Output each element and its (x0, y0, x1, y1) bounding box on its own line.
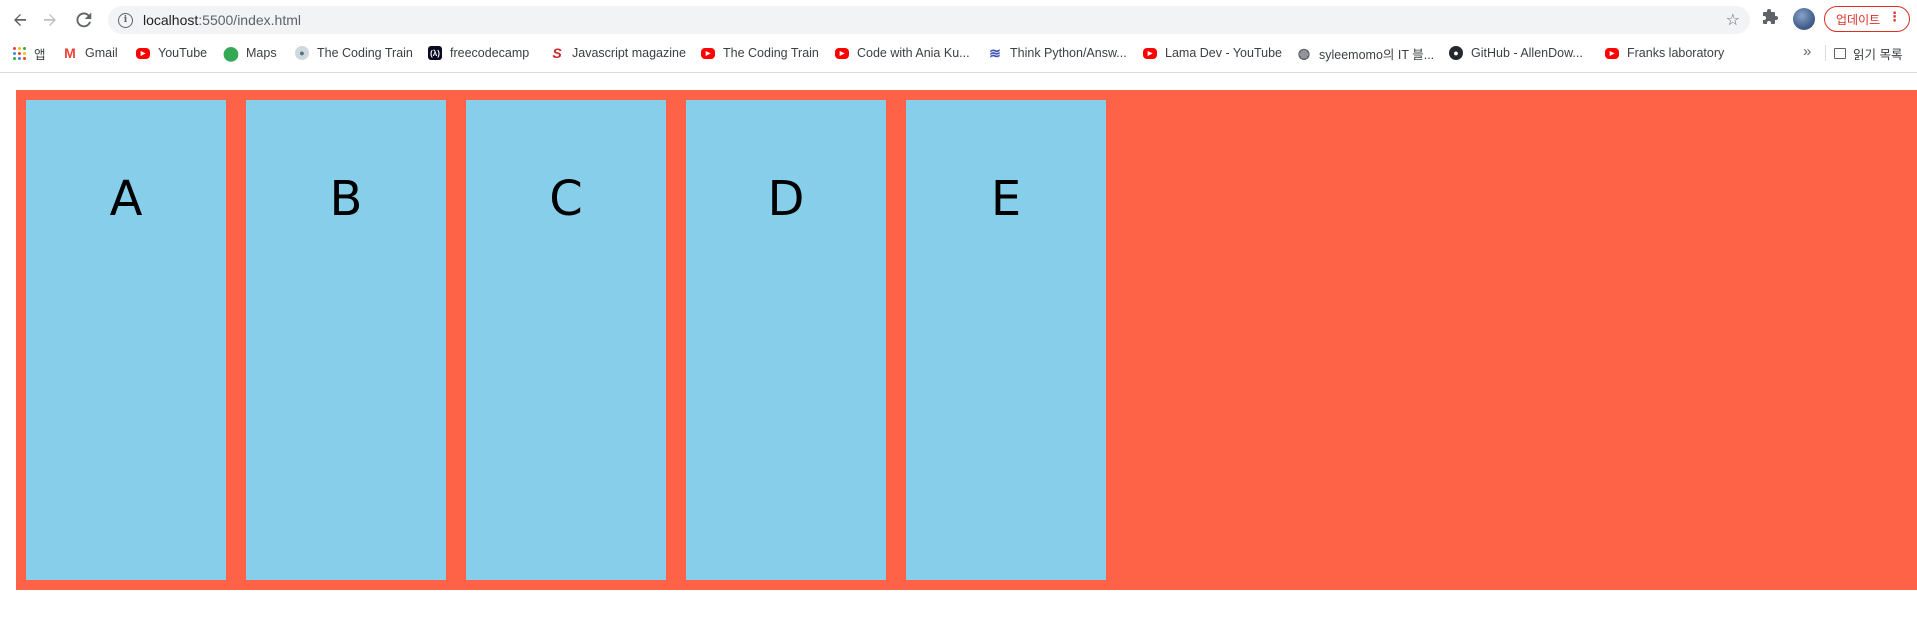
bookmark-code-with-ania[interactable]: ▶ Code with Ania Ku... (835, 44, 970, 62)
bookmark-coding-train-yt[interactable]: ▶ The Coding Train (701, 44, 819, 62)
think-python-icon: ≋ (989, 44, 1001, 61)
bookmark-syleemomo[interactable]: ◍ syleemomo의 IT 블... (1297, 44, 1434, 62)
bookmark-label: YouTube (158, 46, 208, 60)
url-host: localhost (143, 12, 199, 28)
gmail-icon: M (64, 45, 76, 61)
bookmark-label: syleemomo의 IT 블... (1319, 47, 1435, 62)
bookmark-think-python[interactable]: ≋ Think Python/Answ... (988, 44, 1127, 62)
bookmark-label: 앱 (34, 47, 46, 62)
bookmark-label: GitHub - AllenDow... (1471, 46, 1583, 60)
coding-train-icon: ● (295, 46, 309, 60)
bookmark-label: Gmail (85, 46, 118, 60)
bookmark-franks-laboratory[interactable]: ▶ Franks laboratory (1605, 44, 1724, 62)
bookmark-apps[interactable]: 앱 (12, 44, 46, 62)
url-path: :5500/index.html (198, 12, 301, 28)
bookmark-label: Lama Dev - YouTube (1165, 46, 1282, 60)
apps-grid-icon (12, 46, 26, 60)
kebab-menu-icon[interactable]: ⋮ (1888, 11, 1901, 24)
reading-list-label: 읽기 목록 (1853, 48, 1903, 62)
bookmark-label: Javascript magazine (572, 46, 686, 60)
box-a: A (26, 100, 226, 580)
bookmark-label: Think Python/Answ... (1010, 46, 1127, 60)
box-e: E (906, 100, 1106, 580)
youtube-icon: ▶ (1605, 47, 1619, 59)
youtube-icon: ▶ (701, 47, 715, 59)
youtube-icon: ▶ (1143, 47, 1157, 59)
bookmarks-bar: 앱 M Gmail ▶ YouTube ⬤ Maps ● The Coding … (0, 40, 1917, 64)
url-text[interactable]: localhost:5500/index.html (143, 12, 301, 28)
browser-chrome: i localhost:5500/index.html ☆ 업데이트 ⋮ 앱 M… (0, 0, 1917, 73)
youtube-icon: ▶ (136, 47, 150, 59)
info-icon[interactable]: i (118, 12, 133, 28)
bookmark-label: freecodecamp (450, 46, 530, 60)
javascript-magazine-icon: S (552, 45, 562, 61)
update-label: 업데이트 (1836, 12, 1881, 27)
bookmark-coding-train[interactable]: ● The Coding Train (295, 44, 413, 62)
reading-list-button[interactable]: 읽기 목록 (1834, 44, 1902, 63)
reload-icon[interactable] (72, 8, 96, 32)
bookmark-label: Franks laboratory (1627, 46, 1725, 60)
bookmark-github[interactable]: ● GitHub - AllenDow... (1449, 44, 1583, 62)
bookmark-label: Code with Ania Ku... (857, 46, 970, 60)
bookmark-youtube[interactable]: ▶ YouTube (136, 44, 207, 62)
bookmark-maps[interactable]: ⬤ Maps (223, 44, 277, 62)
puzzle-icon[interactable] (1763, 9, 1779, 29)
bookmark-freecodecamp[interactable]: (λ) freecodecamp (428, 44, 529, 62)
box-d: D (686, 100, 886, 580)
youtube-icon: ▶ (835, 47, 849, 59)
box-c: C (466, 100, 666, 580)
divider (1825, 45, 1826, 61)
bookmark-label: The Coding Train (317, 46, 413, 60)
maps-pin-icon: ⬤ (223, 44, 239, 61)
star-icon[interactable]: ☆ (1726, 10, 1740, 29)
profile-avatar[interactable] (1793, 8, 1815, 30)
forward-arrow-icon[interactable] (38, 8, 62, 32)
flex-container: A B C D E (16, 90, 1917, 590)
browser-toolbar: i localhost:5500/index.html ☆ 업데이트 ⋮ (0, 0, 1917, 40)
box-b: B (246, 100, 446, 580)
more-bookmarks-chevron-icon[interactable]: » (1803, 43, 1811, 60)
bookmark-label: The Coding Train (723, 46, 819, 60)
back-arrow-icon[interactable] (8, 8, 32, 32)
address-bar[interactable]: i localhost:5500/index.html ☆ (108, 6, 1750, 34)
github-icon: ● (1449, 46, 1463, 60)
freecodecamp-icon: (λ) (428, 46, 442, 60)
reading-list-icon (1834, 48, 1846, 59)
bookmark-label: Maps (246, 46, 277, 60)
update-button[interactable]: 업데이트 ⋮ (1824, 6, 1910, 32)
bookmark-lama-dev[interactable]: ▶ Lama Dev - YouTube (1143, 44, 1282, 62)
bookmark-javascript-magazine[interactable]: S Javascript magazine (550, 44, 686, 62)
globe-icon: ◍ (1297, 44, 1311, 61)
bookmark-gmail[interactable]: M Gmail (63, 44, 118, 62)
